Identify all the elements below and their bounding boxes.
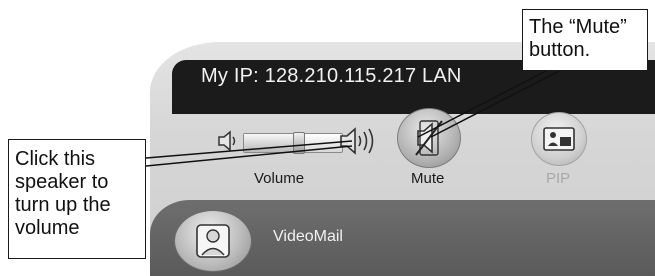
mute-callout-line: The “Mute” (529, 16, 627, 38)
speaker-callout: Click this speaker to turn up the volume (8, 139, 146, 259)
speaker-callout-line: turn up the (15, 194, 111, 216)
mute-leader-line (430, 70, 560, 138)
mute-callout: The “Mute” button. (522, 9, 648, 71)
speaker-callout-line: speaker to (15, 171, 109, 193)
speaker-callout-line: volume (15, 217, 80, 239)
mute-callout-line: button. (529, 39, 591, 61)
speaker-callout-line: Click this (15, 148, 96, 170)
mute-leader-line-2 (417, 70, 547, 138)
